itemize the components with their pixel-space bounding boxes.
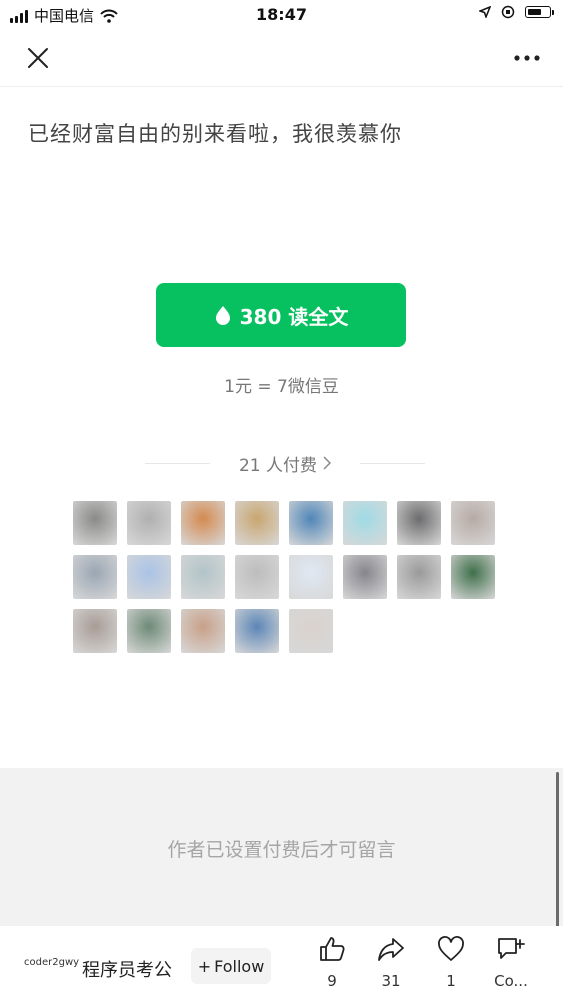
wow-count: 1 [446, 972, 456, 990]
payers-link[interactable]: 21 人付费 [238, 451, 332, 476]
thumbs-up-icon [320, 937, 345, 961]
payer-avatar[interactable] [127, 609, 171, 653]
status-right [479, 5, 554, 19]
payer-avatar[interactable] [181, 555, 225, 599]
payer-avatar[interactable] [181, 501, 225, 545]
payer-avatar[interactable] [343, 555, 387, 599]
payer-avatar[interactable] [181, 609, 225, 653]
status-bar: 中国电信 18:47 [0, 0, 563, 30]
follow-label: Follow [214, 956, 265, 976]
payer-avatar[interactable] [397, 555, 441, 599]
drop-icon [215, 306, 230, 325]
comment-button[interactable]: Co... [491, 936, 531, 990]
payers-count: 21 人付费 [238, 455, 318, 476]
more-dots-icon [514, 55, 540, 61]
payer-avatar[interactable] [235, 555, 279, 599]
payer-avatar[interactable] [289, 609, 333, 653]
payer-avatar[interactable] [73, 501, 117, 545]
author-name[interactable]: 程序员考公 [82, 956, 172, 982]
follow-button[interactable]: + Follow [191, 948, 271, 984]
payer-avatar[interactable] [73, 609, 117, 653]
battery-icon [525, 6, 554, 18]
read-button-label: 380 读全文 [239, 304, 349, 329]
orientation-lock-icon [501, 5, 515, 19]
share-arrow-icon [378, 938, 404, 961]
payer-avatar[interactable] [397, 501, 441, 545]
price-note: 1元 = 7微信豆 [224, 377, 339, 397]
comment-disabled-note: 作者已设置付费后才可留言 [167, 839, 396, 861]
comment-label: Co... [494, 972, 528, 990]
chevron-right-icon [323, 456, 332, 470]
nav-bar [0, 30, 563, 87]
location-arrow-icon [479, 6, 491, 18]
divider-right [360, 463, 425, 464]
payer-avatar[interactable] [235, 501, 279, 545]
payer-avatar[interactable] [343, 501, 387, 545]
plus-icon: + [197, 956, 212, 976]
payer-avatar[interactable] [289, 555, 333, 599]
more-button[interactable] [509, 42, 545, 74]
comment-add-icon [498, 938, 525, 959]
like-count: 9 [327, 972, 337, 990]
divider-left [145, 463, 210, 464]
payers-row: 21 人付费 [145, 450, 425, 476]
payer-avatar[interactable] [235, 609, 279, 653]
share-button[interactable]: 31 [371, 936, 411, 990]
payer-avatar[interactable] [451, 555, 495, 599]
close-icon [28, 48, 48, 68]
share-count: 31 [381, 972, 401, 990]
like-button[interactable]: 9 [312, 936, 352, 990]
payer-avatar[interactable] [73, 555, 117, 599]
article-title: 已经财富自由的别来看啦，我很羡慕你 [28, 122, 402, 146]
close-button[interactable] [20, 42, 56, 74]
author-logo[interactable]: coder2gwy [24, 946, 79, 980]
wow-button[interactable]: 1 [431, 936, 471, 990]
read-full-article-button[interactable]: 380 读全文 [156, 283, 406, 347]
payer-avatar[interactable] [289, 501, 333, 545]
payer-avatar[interactable] [127, 555, 171, 599]
heart-icon [438, 936, 464, 961]
payer-avatar[interactable] [451, 501, 495, 545]
payer-avatar[interactable] [127, 501, 171, 545]
